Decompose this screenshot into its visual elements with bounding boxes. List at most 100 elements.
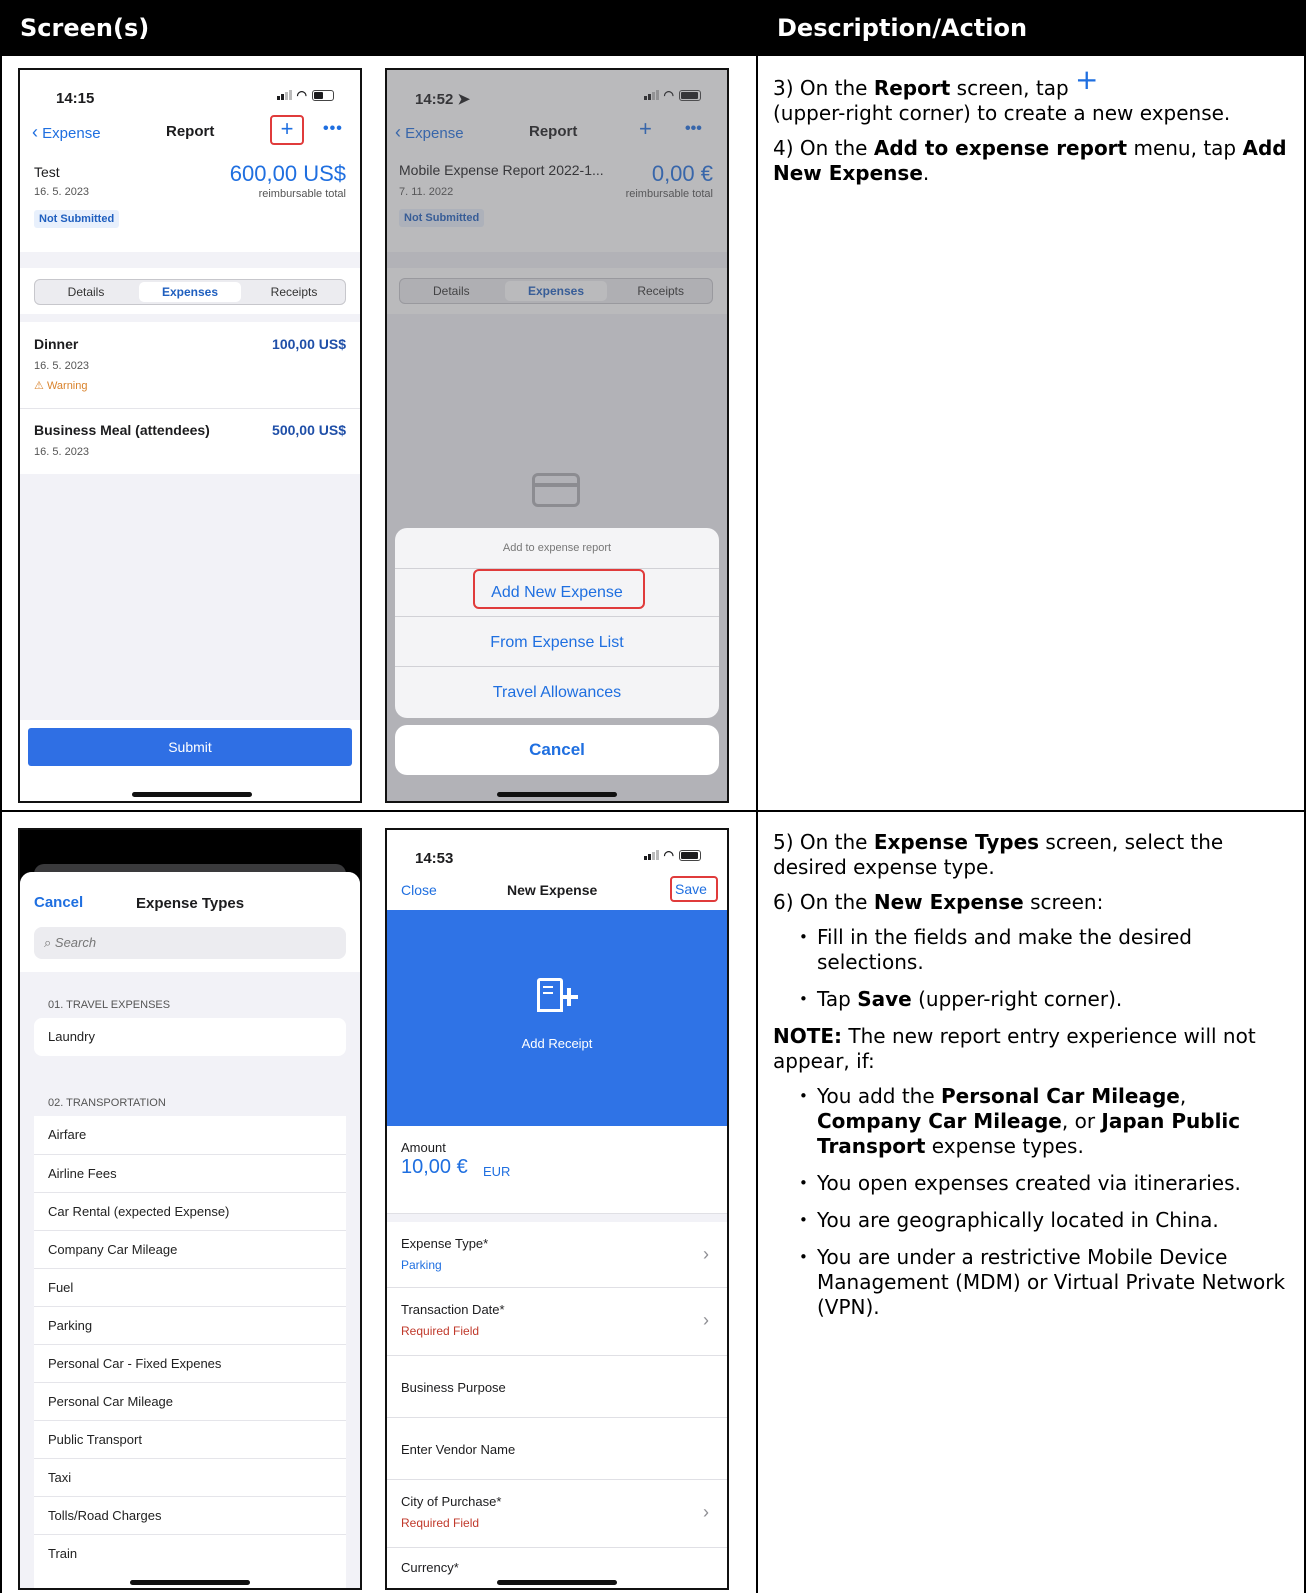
list-item[interactable]: Taxi [34,1458,346,1496]
text: , [1179,1084,1187,1108]
close-button[interactable]: Close [401,882,437,898]
header-screens: Screen(s) [0,0,757,56]
header-description-text: Description/Action [777,14,1028,42]
search-placeholder: Search [54,935,97,950]
header-description: Description/Action [757,0,1306,56]
list-item[interactable]: Parking [34,1306,346,1344]
field-required: Required Field [401,1324,480,1338]
list-item[interactable]: Fuel [34,1268,346,1306]
phone-add-menu-screen: 14:52 ➤ ◠ ‹ Expense Report + ••• Mobile … [385,68,729,803]
nav-title: Report [166,123,215,140]
border-middle [756,56,758,1593]
tab-details[interactable]: Details [35,280,137,304]
search-input[interactable]: ⌕ Search [34,927,346,959]
border-left [0,56,2,1593]
field-value: Parking [401,1258,442,1272]
wifi-icon: ◠ [296,88,307,102]
text-bold: Company Car Mileage [817,1109,1062,1133]
expense-amount: 500,00 US$ [272,422,346,438]
home-indicator [130,1580,250,1585]
bullet-item: You open expenses created via itinerarie… [773,1171,1293,1196]
nav-bar: ‹ Expense Report + ••• [20,110,360,152]
text: You add the [817,1084,942,1108]
expense-row[interactable]: Dinner 100,00 US$ 16. 5. 2023 ⚠ Warning [20,324,360,408]
field-required: Required Field [401,1516,480,1530]
bullet-item: Fill in the fields and make the desired … [773,925,1293,975]
amount-value: 10,00 € [401,1156,468,1178]
expense-amount: 100,00 US$ [272,336,346,352]
warning-label: Warning [46,380,88,392]
status-badge: Not Submitted [34,210,120,228]
note-bullets: You add the Personal Car Mileage, Compan… [773,1084,1293,1320]
from-expense-list-button[interactable]: From Expense List [395,634,719,652]
step-4: 4) On the Add to expense report menu, ta… [773,136,1293,186]
action-sheet: Add to expense report Add New Expense Fr… [395,528,719,718]
vendor-name-field[interactable]: Enter Vendor Name [387,1418,727,1480]
receipt-add-icon [537,978,578,1012]
bullet-item: You are geographically located in China. [773,1208,1293,1233]
warning-icon: ⚠ [34,380,44,392]
back-button[interactable]: ‹ Expense [32,122,101,143]
description-steps-3-4: 3) On the Report screen, tap + (upper-rig… [773,66,1293,196]
submit-button[interactable]: Submit [28,728,352,766]
total-label: reimbursable total [258,188,346,200]
list-item[interactable]: Company Car Mileage [34,1230,346,1268]
amount-field[interactable]: Amount 10,00 € EUR [387,1126,727,1214]
highlight-box [270,115,304,145]
tab-expenses[interactable]: Expenses [139,282,241,302]
bullet-item: You add the Personal Car Mileage, Compan… [773,1084,1293,1159]
list-item[interactable]: Airfare [34,1116,346,1154]
list-item[interactable]: Tolls/Road Charges [34,1496,346,1534]
battery-icon [679,849,701,861]
transaction-date-field[interactable]: Transaction Date* Required Field › [387,1288,727,1356]
field-label: Business Purpose [401,1380,506,1395]
text-bold: Report [873,76,951,100]
screen-title: New Expense [507,882,598,898]
list-item[interactable]: Public Transport [34,1420,346,1458]
bullet-item: Tap Save (upper-right corner). [773,987,1293,1012]
list-item[interactable]: Personal Car Mileage [34,1382,346,1420]
highlight-box [473,569,645,609]
text: 6) On the [773,890,874,914]
chevron-right-icon: › [703,1502,709,1522]
chevron-right-icon: › [703,1244,709,1264]
list-item[interactable]: Personal Car - Fixed Expenes [34,1344,346,1382]
phone-report-screen: 14:15 ◠ ‹ Expense Report + ••• Test 16. … [18,68,362,803]
report-total: 600,00 US$ [229,161,346,186]
more-icon[interactable]: ••• [323,120,343,138]
field-label: City of Purchase* [401,1494,502,1509]
text: 3) On the [773,76,874,100]
list-item[interactable]: Airline Fees [34,1154,346,1192]
add-receipt-label: Add Receipt [521,1036,593,1051]
business-purpose-field[interactable]: Business Purpose [387,1356,727,1418]
city-of-purchase-field[interactable]: City of Purchase* Required Field › [387,1480,727,1548]
expense-row[interactable]: Business Meal (attendees) 500,00 US$ 16.… [20,410,360,474]
add-receipt-area[interactable]: Add Receipt [387,910,727,1126]
header-screens-text: Screen(s) [20,14,150,42]
segmented-control[interactable]: Details Expenses Receipts [34,279,346,305]
list-item[interactable]: Laundry [34,1018,346,1056]
report-date: 16. 5. 2023 [34,186,90,198]
field-label: Currency* [401,1560,459,1575]
expense-date: 16. 5. 2023 [34,360,90,372]
text: expense types. [925,1134,1084,1158]
chevron-left-icon: ‹ [32,122,38,142]
home-indicator [497,792,617,797]
text: screen: [1023,890,1104,914]
step-6-bullets: Fill in the fields and make the desired … [773,925,1293,1012]
list-item[interactable]: Train [34,1534,346,1572]
text: 4) On the [773,136,874,160]
list-item[interactable]: Car Rental (expected Expense) [34,1192,346,1230]
travel-allowances-button[interactable]: Travel Allowances [395,684,719,702]
chevron-right-icon: › [703,1310,709,1330]
tab-receipts[interactable]: Receipts [243,280,345,304]
instruction-table: Screen(s) Description/Action 14:15 ◠ ‹ E… [0,0,1306,1593]
report-name: Test [34,164,60,180]
cancel-button[interactable]: Cancel [34,894,83,911]
row-divider [0,810,1306,812]
text: menu, tap [1127,136,1243,160]
cancel-button[interactable]: Cancel [395,725,719,775]
expense-type-field[interactable]: Expense Type* Parking › [387,1222,727,1288]
wifi-icon: ◠ [663,848,674,862]
text: You are under a restrictive Mobile Devic… [817,1245,1286,1319]
